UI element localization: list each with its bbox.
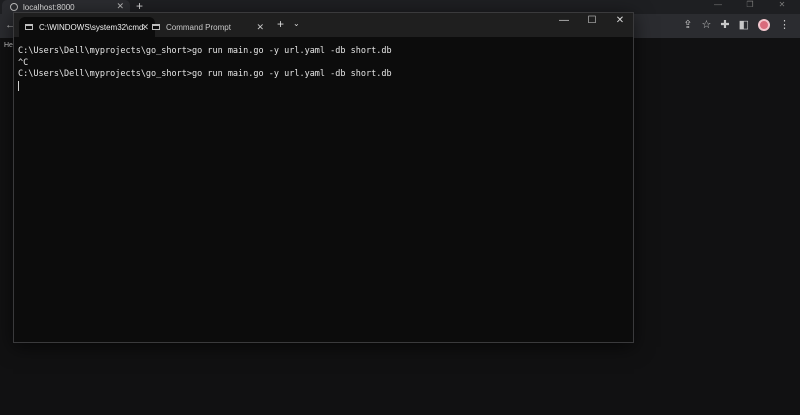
restore-button[interactable]: ❐	[742, 0, 758, 9]
close-window-button[interactable]: ✕	[774, 0, 790, 9]
terminal-line: C:\Users\Dell\myprojects\go_short>go run…	[18, 69, 392, 79]
close-window-button[interactable]: ✕	[613, 15, 627, 26]
terminal-line: C:\Users\Dell\myprojects\go_short>go run…	[18, 46, 392, 56]
terminal-window-controls: — ☐ ✕	[557, 15, 627, 26]
terminal-titlebar: C:\WINDOWS\system32\cmd. ✕ Command Promp…	[14, 13, 633, 37]
terminal-line: ^C	[18, 57, 29, 68]
browser-tab-title: localhost:8000	[23, 2, 75, 12]
terminal-tab[interactable]: Command Prompt ✕	[146, 17, 270, 37]
maximize-button[interactable]: ☐	[585, 15, 599, 26]
menu-dots-icon[interactable]: ⋮	[779, 18, 790, 32]
share-icon[interactable]: ⇪	[683, 18, 692, 32]
globe-icon	[10, 3, 18, 11]
close-icon[interactable]: ✕	[256, 22, 264, 33]
chevron-down-icon[interactable]: ⌄	[293, 19, 300, 28]
new-tab-button[interactable]: +	[277, 17, 284, 31]
terminal-icon	[152, 24, 160, 30]
minimize-button[interactable]: —	[557, 15, 571, 26]
browser-window-controls: — ❐ ✕	[710, 0, 790, 9]
toolbar-icons: ⇪ ☆ ✚ ◧ ⋮	[683, 18, 790, 32]
terminal-tab-title: C:\WINDOWS\system32\cmd.	[39, 22, 146, 32]
terminal-tab-title: Command Prompt	[166, 22, 231, 32]
page-text: He	[4, 42, 13, 49]
bookmark-star-icon[interactable]: ☆	[702, 18, 712, 32]
minimize-button[interactable]: —	[710, 0, 726, 9]
text-cursor	[18, 80, 19, 91]
avatar[interactable]	[758, 19, 770, 31]
extensions-icon[interactable]: ✚	[720, 18, 729, 32]
terminal-tab-active[interactable]: C:\WINDOWS\system32\cmd. ✕	[19, 17, 155, 37]
close-icon[interactable]: ✕	[116, 1, 124, 12]
terminal-window: C:\WINDOWS\system32\cmd. ✕ Command Promp…	[13, 12, 634, 343]
sidebar-icon[interactable]: ◧	[739, 18, 749, 32]
terminal-icon	[25, 24, 33, 30]
terminal-output[interactable]: C:\Users\Dell\myprojects\go_short>go run…	[18, 46, 629, 338]
